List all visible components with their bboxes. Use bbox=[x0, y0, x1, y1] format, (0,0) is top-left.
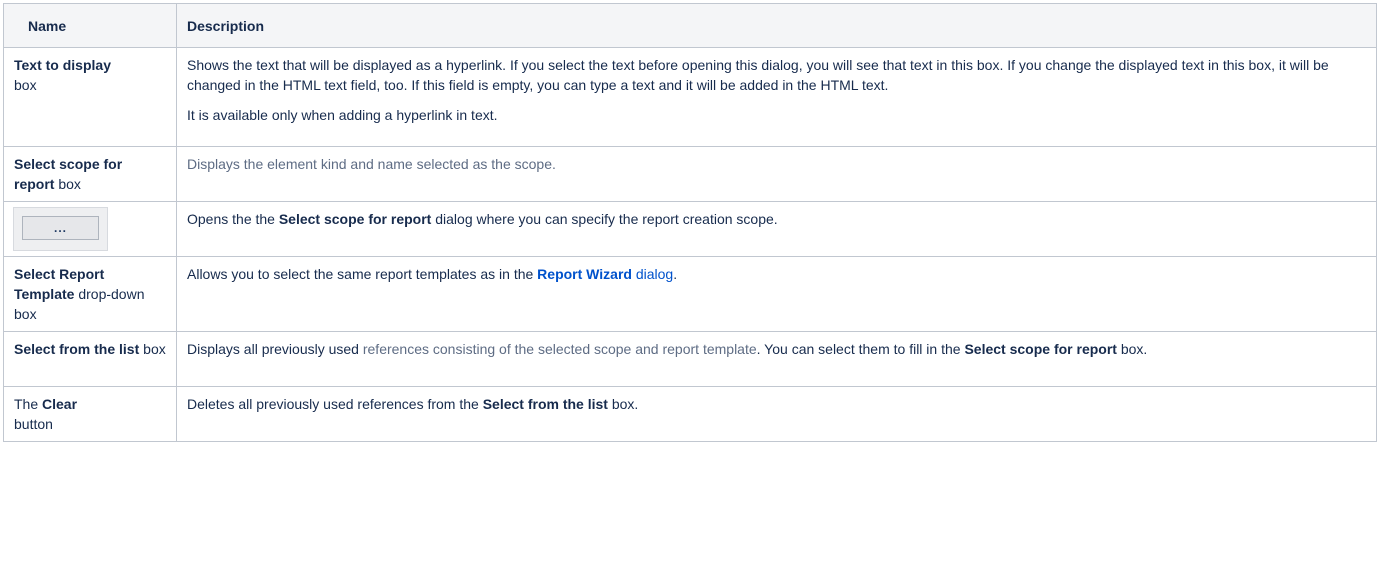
table-row: Text to display box Shows the text that w… bbox=[3, 47, 1377, 147]
row-description-cell: Displays the element kind and name selec… bbox=[176, 146, 1377, 202]
row-name-cell: Text to display box bbox=[3, 47, 177, 147]
row-description-bold: Select scope for report bbox=[964, 341, 1117, 357]
table-row: The Clear button Deletes all previously u… bbox=[3, 386, 1377, 442]
row-name-rest: box bbox=[143, 341, 166, 357]
ellipsis-icon: ... bbox=[22, 216, 99, 240]
row-name-bold: Clear bbox=[42, 396, 78, 412]
header-name: Name bbox=[3, 3, 177, 48]
row-description-text: Allows you to select the same report tem… bbox=[187, 266, 534, 282]
row-description-paragraph: It is available only when adding a hyper… bbox=[187, 107, 498, 123]
row-description-paragraph: Shows the text that will be displayed as… bbox=[187, 57, 1329, 93]
row-name-pre: The bbox=[14, 396, 39, 412]
row-description-text: Displays all previously used bbox=[187, 341, 359, 357]
row-name-rest: box bbox=[58, 176, 81, 192]
table-row: Select from the list box Displays all pr… bbox=[3, 331, 1377, 387]
dialog-link[interactable]: dialog bbox=[636, 266, 673, 282]
row-description-text: Opens the the bbox=[187, 211, 275, 227]
table-row: Select scope for report box Displays the… bbox=[3, 146, 1377, 202]
row-description-bold: Select scope for report bbox=[278, 211, 432, 227]
header-description: Description bbox=[176, 3, 1377, 48]
row-description-text: dialog where you can specify the report … bbox=[435, 211, 778, 227]
row-name-cell: The Clear button bbox=[3, 386, 177, 442]
row-description-text: Deletes all previously used references f… bbox=[187, 396, 479, 412]
row-description-text: box. bbox=[611, 396, 639, 412]
row-name-bold: Text to display bbox=[14, 57, 111, 73]
row-name-rest: box bbox=[14, 77, 37, 93]
row-description-cell: Opens the the Select scope for report di… bbox=[176, 201, 1377, 257]
row-description-bold: Select from the list bbox=[482, 396, 608, 412]
row-description-cell: Displays all previously used references … bbox=[176, 331, 1377, 387]
table-header-row: Name Description bbox=[3, 3, 1377, 48]
row-name-bold: Select from the list bbox=[14, 341, 140, 357]
row-description-cell: Allows you to select the same report tem… bbox=[176, 256, 1377, 332]
row-description-grey: references consisting of the selected sc… bbox=[362, 341, 757, 357]
row-name-cell: ... bbox=[3, 201, 177, 257]
row-name-cell: Select scope for report box bbox=[3, 146, 177, 202]
report-wizard-link[interactable]: Report Wizard bbox=[537, 266, 632, 282]
row-name-cell: Select Report Template drop-down box bbox=[3, 256, 177, 332]
row-name-rest: button bbox=[14, 416, 53, 432]
row-description-text: . bbox=[673, 266, 678, 282]
row-description-cell: Shows the text that will be displayed as… bbox=[176, 47, 1377, 147]
properties-table: Name Description Text to display box Show… bbox=[3, 3, 1377, 442]
ellipsis-button-image: ... bbox=[13, 207, 108, 251]
row-description-text: box. bbox=[1120, 341, 1148, 357]
row-description-cell: Deletes all previously used references f… bbox=[176, 386, 1377, 442]
table-row: ... Opens the the Select scope for repor… bbox=[3, 201, 1377, 257]
row-description-text: . You can select them to fill in the bbox=[756, 341, 961, 357]
table-row: Select Report Template drop-down box All… bbox=[3, 256, 1377, 332]
row-description-text: Displays the element kind and name selec… bbox=[187, 156, 556, 172]
row-name-cell: Select from the list box bbox=[3, 331, 177, 387]
